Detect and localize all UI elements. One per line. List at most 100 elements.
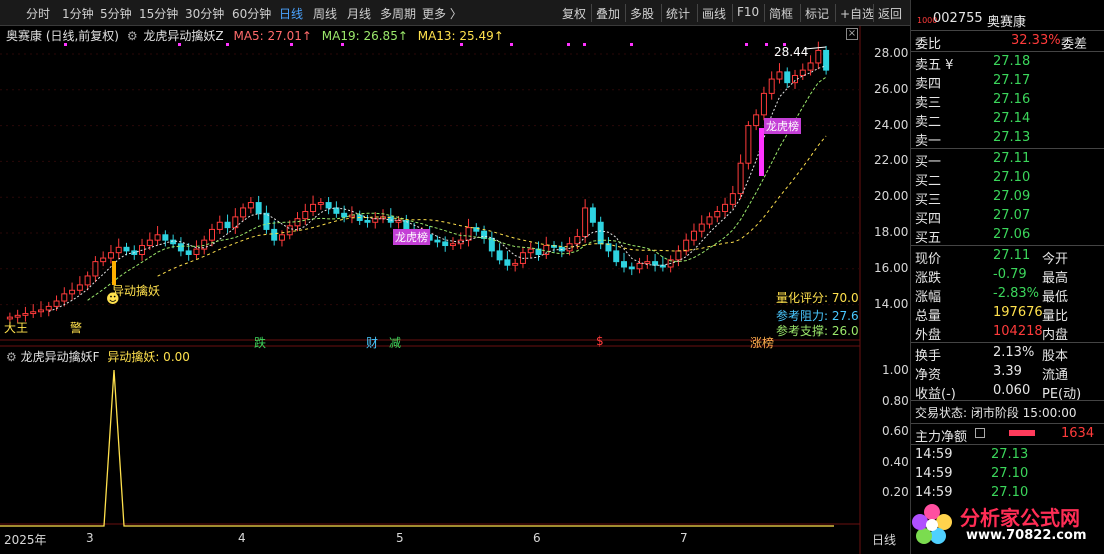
candle-body — [100, 257, 107, 263]
candle-body — [589, 207, 596, 223]
ask-label: 卖三 — [915, 96, 942, 111]
toolbar-action-3[interactable]: 统计 — [666, 5, 690, 22]
ask-row: 卖四 27.17 — [911, 72, 1104, 92]
candle-body — [255, 202, 262, 214]
candle-body — [722, 203, 729, 213]
candle-body — [729, 193, 736, 205]
period-tab-6[interactable]: 日线 — [279, 5, 303, 22]
candle-body — [325, 202, 332, 209]
toolbar-action-6[interactable]: 简框 — [769, 5, 793, 22]
stat-value: -0.79 — [993, 267, 1027, 282]
period-tab-8[interactable]: 月线 — [347, 5, 371, 22]
price-tick: 20.00 — [874, 189, 909, 204]
candle-body — [177, 243, 184, 252]
signal-dot — [510, 43, 513, 46]
ask-price: 27.16 — [993, 92, 1031, 107]
tick-time: 14:59 — [915, 466, 953, 481]
period-tab-1[interactable]: 1分钟 — [62, 5, 94, 22]
candle-body — [310, 203, 317, 213]
candle-body — [240, 207, 247, 218]
candle-body — [146, 239, 153, 247]
period-tab-4[interactable]: 30分钟 — [185, 5, 224, 22]
candle-body — [193, 248, 200, 255]
annotation-dollar: $ — [596, 334, 604, 348]
stat-value: 197676 — [993, 305, 1043, 320]
indicator-name: 龙虎异动擒妖Z — [143, 29, 224, 43]
tick-row: 14:59 27.10 — [911, 465, 1104, 484]
period-tab-0[interactable]: 分时 — [26, 5, 50, 22]
price-tick: 22.00 — [874, 153, 909, 168]
candle-body — [737, 162, 744, 195]
toolbar-action-9[interactable]: 返回 — [878, 5, 902, 22]
candle-body — [807, 62, 814, 71]
mainflow-row: 主力净额 1634 — [915, 426, 1095, 445]
stock-code: 002755 — [933, 11, 983, 26]
stat-label: 总量 — [915, 309, 942, 324]
stat2-label: 净资 — [915, 368, 942, 383]
candle-body — [209, 228, 215, 241]
toolbar-action-7[interactable]: 标记 — [805, 5, 829, 22]
candle-body — [278, 234, 285, 241]
stat2-right-label: 流通 — [1042, 368, 1069, 383]
signal-dot — [583, 43, 586, 46]
period-tab-3[interactable]: 15分钟 — [139, 5, 178, 22]
candle-body — [776, 71, 783, 80]
stat-right-label: 最低 — [1042, 290, 1069, 305]
tick-price: 27.10 — [991, 485, 1029, 500]
date-axis-period: 日线 — [872, 533, 897, 547]
toolbar-action-1[interactable]: 叠加 — [596, 5, 620, 22]
ask-row: 卖三 27.16 — [911, 91, 1104, 111]
period-tab-5[interactable]: 60分钟 — [232, 5, 271, 22]
bid-price: 27.10 — [993, 170, 1031, 185]
candle-body — [30, 311, 37, 315]
candle-body — [271, 228, 278, 241]
date-tick: 4 — [238, 531, 246, 545]
quote-panel: 1000 002755 奥赛康 委比 32.33% 委差 卖五 ¥ 27.18 卖四… — [910, 0, 1104, 554]
toolbar-action-4[interactable]: 画线 — [702, 5, 726, 22]
stock-name: 奥赛康 — [987, 15, 1027, 30]
sub-tick: 0.80 — [882, 393, 909, 408]
stat-value: -2.83% — [993, 286, 1039, 301]
tick-price: 27.13 — [991, 447, 1029, 462]
ask-price: 27.17 — [993, 73, 1031, 88]
candle-body — [792, 74, 799, 84]
sub-tick: 0.20 — [882, 485, 909, 499]
date-tick: 3 — [86, 531, 94, 545]
candle-body — [107, 252, 114, 259]
stat-value: 27.11 — [993, 248, 1031, 263]
period-tab-7[interactable]: 周线 — [313, 5, 337, 22]
candle-body — [690, 230, 697, 241]
toolbar-action-2[interactable]: 多股 — [630, 5, 654, 22]
bid-row: 买四 27.07 — [911, 207, 1104, 227]
yidong-signal-line — [0, 369, 834, 527]
candle-body — [512, 262, 519, 266]
candle-body — [481, 230, 488, 239]
list-icon[interactable] — [975, 428, 985, 438]
stock-header: 1000 002755 奥赛康 — [911, 10, 1104, 30]
stat2-row: 净资 3.39 流通 — [911, 363, 1104, 383]
settings-icon[interactable]: ⚙ — [6, 350, 17, 364]
bid-label: 买三 — [915, 193, 942, 208]
bid-row: 买一 27.11 — [911, 150, 1104, 170]
ask-price: 27.14 — [993, 111, 1031, 126]
candle-body — [613, 250, 620, 263]
candle-body — [442, 241, 449, 247]
stat-right-label: 量比 — [1042, 309, 1069, 324]
period-tab-9[interactable]: 多周期 — [380, 5, 416, 22]
annotation-longhu-1: 龙虎榜 — [393, 229, 430, 245]
period-tab-10[interactable]: 更多 〉 — [422, 5, 462, 22]
ask-price: 27.18 — [993, 54, 1031, 69]
settings-icon[interactable]: ⚙ — [127, 29, 138, 43]
sub-tick: 0.60 — [882, 424, 909, 438]
candle-body — [636, 262, 643, 270]
toolbar-action-5[interactable]: F10 — [737, 5, 759, 19]
toolbar-action-8[interactable]: +自选 — [840, 5, 874, 22]
ask-row: 卖一 27.13 — [911, 129, 1104, 149]
toolbar-action-0[interactable]: 复权 — [562, 5, 586, 22]
chart-area[interactable]: 奥赛康 (日线,前复权) ⚙ 龙虎异动擒妖Z MA5: 27.01↑ MA19:… — [0, 26, 910, 554]
candle-body — [784, 71, 791, 84]
candle-body — [45, 305, 52, 311]
period-tab-2[interactable]: 5分钟 — [100, 5, 132, 22]
sub-indicator-value: 异动擒妖: 0.00 — [107, 350, 190, 364]
close-icon[interactable]: × — [846, 28, 858, 40]
